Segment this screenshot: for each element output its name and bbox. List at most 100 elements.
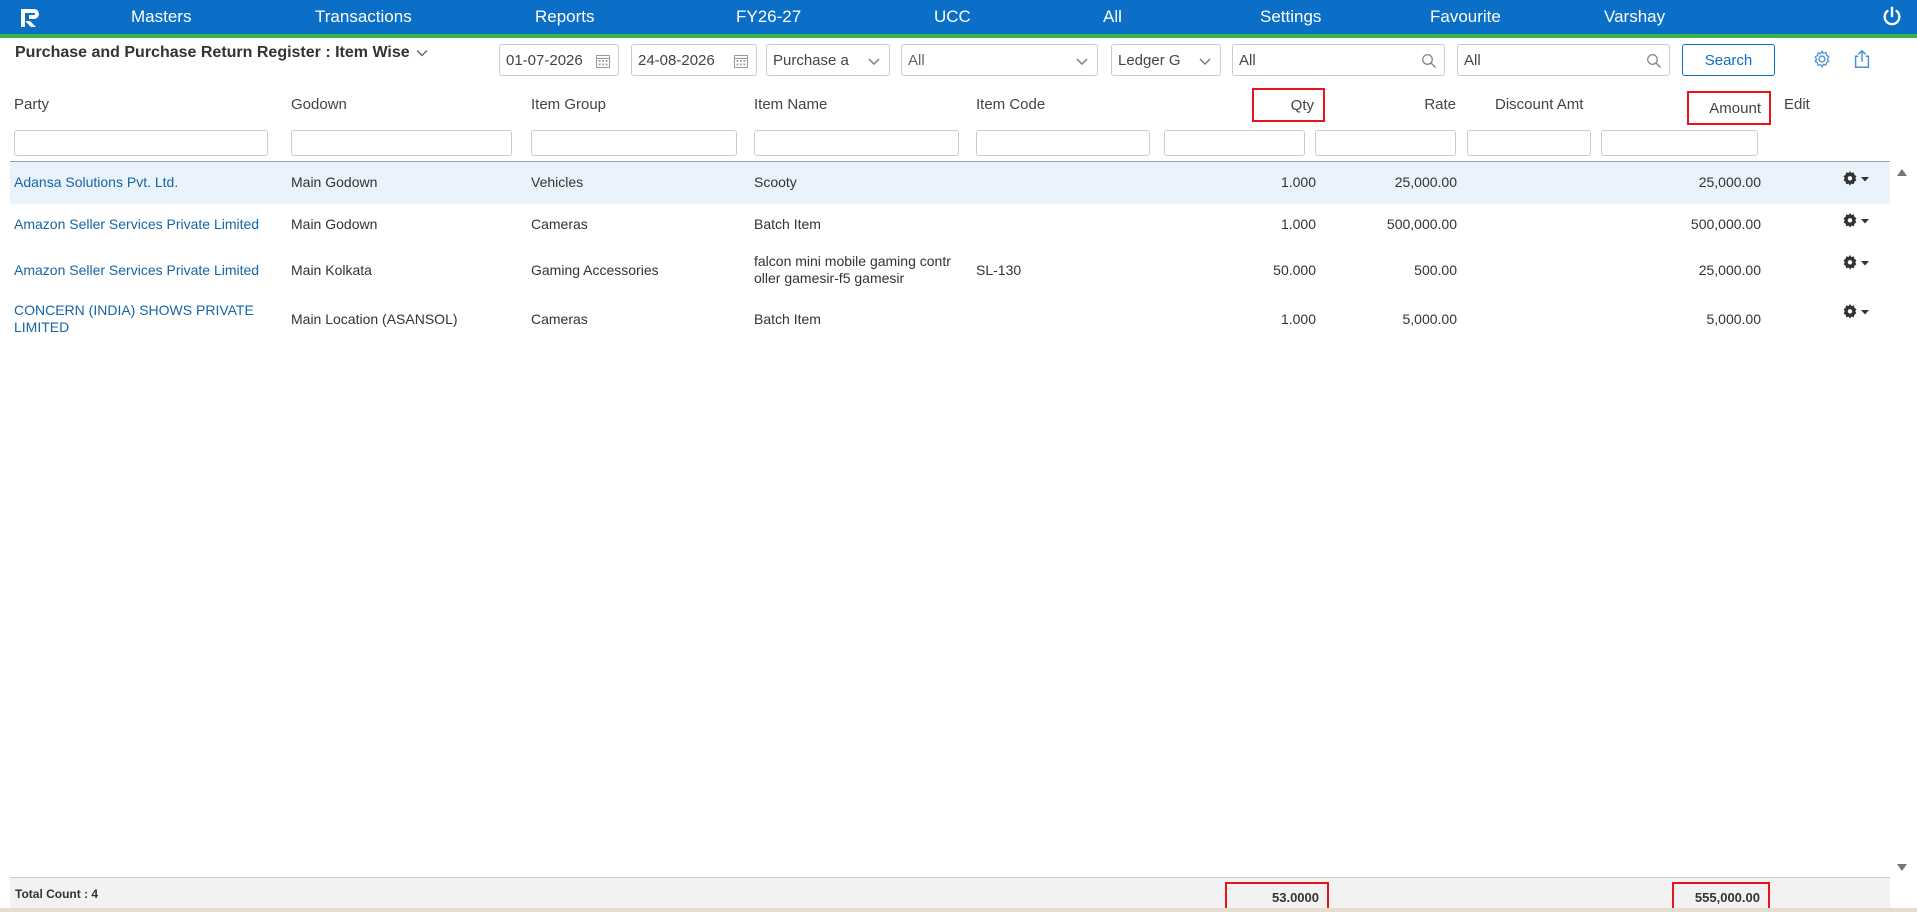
column-header-amount-label: Amount — [1709, 99, 1761, 117]
column-header-edit: Edit — [1784, 96, 1810, 113]
qty-cell: 1.000 — [1280, 311, 1316, 327]
chevron-down-icon — [1076, 58, 1088, 65]
nav-favourite[interactable]: Favourite — [1430, 7, 1501, 27]
row-actions-gear-icon[interactable] — [1840, 169, 1874, 189]
item-code-cell: SL-130 — [976, 262, 1022, 278]
calendar-icon[interactable] — [595, 53, 611, 69]
amount-cell: 5,000.00 — [1706, 311, 1762, 327]
item-name-cell: Batch Item — [754, 216, 821, 232]
ledger-search-value: All — [1239, 51, 1256, 69]
search-icon[interactable] — [1646, 53, 1662, 69]
rate-cell: 500,000.00 — [1386, 216, 1457, 232]
item-name-cell: falcon mini mobile gaming contr oller ga… — [754, 253, 951, 286]
qty-cell: 1.000 — [1280, 174, 1316, 190]
discount-filter-input[interactable] — [1467, 130, 1591, 156]
to-date-value: 24-08-2026 — [638, 51, 715, 69]
column-header-item-code[interactable]: Item Code — [976, 96, 1045, 113]
total-count-label: Total Count : 4 — [15, 887, 99, 901]
column-header-qty[interactable]: Qty — [1252, 88, 1325, 122]
report-title-dropdown[interactable]: Purchase and Purchase Return Register : … — [15, 44, 428, 62]
scroll-up-arrow — [1897, 169, 1907, 176]
column-header-qty-label: Qty — [1290, 96, 1314, 114]
party-link[interactable]: Amazon Seller Services Private Limited — [14, 216, 259, 233]
item-group-cell: Gaming Accessories — [531, 262, 659, 278]
power-icon[interactable] — [1881, 6, 1903, 28]
row-actions-gear-icon[interactable] — [1840, 253, 1874, 273]
amount-filter-input[interactable] — [1601, 130, 1758, 156]
party-link[interactable]: Adansa Solutions Pvt. Ltd. — [14, 174, 178, 191]
qty-filter-input[interactable] — [1164, 130, 1305, 156]
account-select[interactable]: All — [901, 44, 1098, 76]
qty-cell: 1.000 — [1280, 216, 1316, 232]
chevron-down-icon — [1199, 58, 1211, 65]
row-actions-gear-icon[interactable] — [1840, 211, 1874, 231]
nav-transactions[interactable]: Transactions — [315, 7, 412, 27]
item-code-filter-input[interactable] — [976, 130, 1150, 156]
rate-filter-input[interactable] — [1315, 130, 1456, 156]
account-select-value: All — [908, 51, 925, 69]
from-date-input[interactable]: 01-07-2026 — [499, 44, 619, 76]
scroll-down-arrow — [1897, 864, 1907, 871]
table-row[interactable]: Amazon Seller Services Private Limited M… — [10, 248, 1890, 296]
godown-cell: Main Kolkata — [291, 262, 372, 278]
page-title: Purchase and Purchase Return Register : … — [15, 44, 410, 61]
rate-cell: 5,000.00 — [1402, 311, 1458, 327]
nav-all[interactable]: All — [1103, 7, 1122, 27]
amount-cell: 500,000.00 — [1690, 216, 1761, 232]
nav-user[interactable]: Varshay — [1604, 7, 1665, 27]
from-date-value: 01-07-2026 — [506, 51, 583, 69]
party-filter-input[interactable] — [14, 130, 268, 156]
vertical-scrollbar[interactable] — [1895, 166, 1909, 874]
qty-cell: 50.000 — [1273, 262, 1316, 278]
amount-cell: 25,000.00 — [1698, 262, 1761, 278]
item-group-filter-input[interactable] — [531, 130, 737, 156]
nav-reports[interactable]: Reports — [535, 7, 595, 27]
chevron-down-icon — [416, 50, 428, 57]
godown-cell: Main Location (ASANSOL) — [291, 311, 458, 327]
column-header-party[interactable]: Party — [14, 96, 49, 113]
ledger-group-select[interactable]: Ledger G — [1111, 44, 1221, 76]
nav-masters[interactable]: Masters — [131, 7, 191, 27]
item-name-cell: Batch Item — [754, 311, 821, 327]
nav-settings[interactable]: Settings — [1260, 7, 1321, 27]
godown-filter-input[interactable] — [291, 130, 512, 156]
search-button[interactable]: Search — [1682, 44, 1775, 76]
item-name-filter-input[interactable] — [754, 130, 959, 156]
row-actions-gear-icon[interactable] — [1840, 302, 1874, 322]
table-row[interactable]: Adansa Solutions Pvt. Ltd. Main Godown V… — [10, 162, 1890, 204]
table-row[interactable]: CONCERN (INDIA) SHOWS PRIVATE LIMITED Ma… — [10, 296, 1890, 344]
voucher-type-select[interactable]: Purchase a — [766, 44, 890, 76]
bottom-border — [0, 908, 1917, 912]
column-header-discount[interactable]: Discount Amt — [1495, 96, 1583, 113]
item-search-input[interactable]: All — [1457, 44, 1670, 76]
column-header-rate[interactable]: Rate — [1380, 96, 1456, 113]
column-header-godown[interactable]: Godown — [291, 96, 347, 113]
calendar-icon[interactable] — [733, 53, 749, 69]
amount-total-value: 555,000.00 — [1694, 889, 1760, 905]
nav-ucc[interactable]: UCC — [934, 7, 971, 27]
item-name-cell: Scooty — [754, 174, 797, 190]
column-header-item-name[interactable]: Item Name — [754, 96, 827, 113]
item-group-cell: Vehicles — [531, 174, 584, 190]
export-share-icon[interactable] — [1851, 48, 1873, 70]
rate-cell: 500.00 — [1414, 262, 1457, 278]
search-icon[interactable] — [1421, 53, 1437, 69]
column-header-item-group[interactable]: Item Group — [531, 96, 606, 113]
column-header-amount[interactable]: Amount — [1687, 91, 1771, 125]
godown-cell: Main Godown — [291, 216, 378, 232]
party-link[interactable]: CONCERN (INDIA) SHOWS PRIVATE LIMITED — [14, 302, 274, 336]
chevron-down-icon — [868, 58, 880, 65]
nav-financial-year[interactable]: FY26-27 — [736, 7, 801, 27]
item-group-cell: Cameras — [531, 216, 588, 232]
ledger-group-value: Ledger G — [1118, 51, 1181, 69]
to-date-input[interactable]: 24-08-2026 — [631, 44, 757, 76]
party-link[interactable]: Amazon Seller Services Private Limited — [14, 262, 259, 279]
godown-cell: Main Godown — [291, 174, 378, 190]
item-search-value: All — [1464, 51, 1481, 69]
ledger-search-input[interactable]: All — [1232, 44, 1445, 76]
settings-gear-icon[interactable] — [1811, 48, 1833, 70]
qty-total-value: 53.0000 — [1272, 889, 1319, 905]
app-logo-icon[interactable] — [18, 6, 42, 30]
totals-footer: Total Count : 4 53.0000 555,000.00 — [10, 877, 1890, 912]
table-row[interactable]: Amazon Seller Services Private Limited M… — [10, 204, 1890, 248]
